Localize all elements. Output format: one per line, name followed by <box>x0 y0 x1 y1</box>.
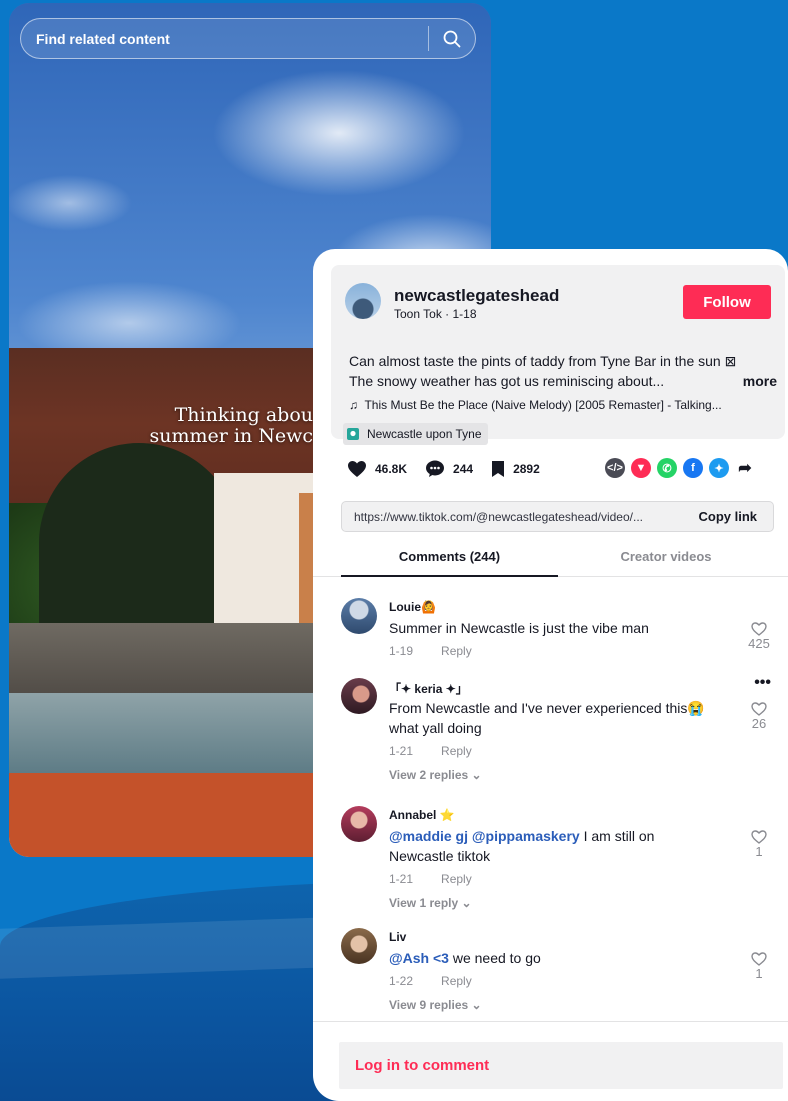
save-count: 2892 <box>513 462 540 476</box>
view-replies-button[interactable]: View 1 reply ⌄ <box>389 896 472 910</box>
video-caption-line1: Thinking abou <box>174 404 313 426</box>
music-link[interactable]: ♫ This Must Be the Place (Naive Melody) … <box>349 398 722 412</box>
facebook-icon[interactable]: f <box>683 458 703 478</box>
music-title: This Must Be the Place (Naive Melody) [2… <box>364 398 722 412</box>
reply-button[interactable]: Reply <box>441 744 472 758</box>
comment-meta: 1-19 Reply <box>389 644 472 658</box>
commenter-avatar[interactable] <box>341 598 377 634</box>
active-tab-indicator <box>341 575 558 577</box>
view-replies-button[interactable]: View 2 replies ⌄ <box>389 768 482 782</box>
more-button[interactable]: more <box>743 371 777 391</box>
copy-link-button[interactable]: Copy link <box>688 509 773 524</box>
post-panel: newcastlegateshead Toon Tok · 1-18 Follo… <box>313 249 788 1101</box>
tab-bar: Comments (244) Creator videos <box>313 539 788 577</box>
comment-bubble-icon <box>425 460 445 478</box>
search-icon[interactable] <box>429 18 475 59</box>
mention-link[interactable]: @Ash <3 <box>389 950 449 966</box>
mention-link[interactable]: @pippamaskery <box>472 828 580 844</box>
search-bar[interactable]: Find related content <box>20 18 476 59</box>
share-arrow-icon[interactable]: ➦ <box>735 458 755 478</box>
more-options-icon[interactable]: ••• <box>754 674 771 692</box>
send-icon[interactable]: ▼ <box>631 458 651 478</box>
comment-date: 1-21 <box>389 744 414 758</box>
search-input[interactable]: Find related content <box>36 31 428 47</box>
comment-date: 1-19 <box>389 644 414 658</box>
embed-icon[interactable]: </> <box>605 458 625 478</box>
tab-creator-videos[interactable]: Creator videos <box>558 549 774 564</box>
share-url[interactable]: https://www.tiktok.com/@newcastlegateshe… <box>354 510 688 524</box>
author-avatar[interactable] <box>345 283 381 319</box>
post-description: Can almost taste the pints of taddy from… <box>349 351 779 391</box>
save-action[interactable]: 2892 <box>491 460 540 478</box>
heart-outline-icon <box>744 830 774 844</box>
heart-icon <box>347 460 367 478</box>
location-tag[interactable]: Newcastle upon Tyne <box>343 423 488 445</box>
comment-action[interactable]: 244 <box>425 460 473 478</box>
commenter-name[interactable]: Louie🙆 <box>389 600 436 614</box>
heart-outline-icon <box>744 702 774 716</box>
comment-date: 1-22 <box>389 974 414 988</box>
comment-meta: 1-22 Reply <box>389 974 472 988</box>
comment-like[interactable]: 425 <box>744 622 774 651</box>
heart-outline-icon <box>744 952 774 966</box>
comment-like[interactable]: 1 <box>744 952 774 981</box>
description-line2: The snowy weather has got us reminiscing… <box>349 373 665 389</box>
location-pin-icon <box>347 428 359 440</box>
comment-like-count: 1 <box>755 844 763 859</box>
follow-button[interactable]: Follow <box>683 285 771 319</box>
comment-meta: 1-21 Reply <box>389 872 472 886</box>
comment-like[interactable]: 26 <box>744 702 774 731</box>
heart-outline-icon <box>744 622 774 636</box>
engagement-stats: 46.8K 244 2892 <box>347 457 558 481</box>
author-username[interactable]: newcastlegateshead <box>394 286 559 306</box>
share-link-box: https://www.tiktok.com/@newcastlegateshe… <box>341 501 774 532</box>
login-to-comment-button[interactable]: Log in to comment <box>339 1042 783 1089</box>
comment-like-count: 26 <box>751 716 767 731</box>
whatsapp-icon[interactable]: ✆ <box>657 458 677 478</box>
commenter-name[interactable]: 「✦ keria ✦」 <box>389 680 468 697</box>
commenter-avatar[interactable] <box>341 678 377 714</box>
like-action[interactable]: 46.8K <box>347 460 407 478</box>
comment-text: @maddie gj @pippamaskery I am still on N… <box>389 826 719 866</box>
comment-like-count: 1 <box>755 966 763 981</box>
comment-count: 244 <box>453 462 474 476</box>
reply-button[interactable]: Reply <box>441 872 472 886</box>
view-replies-button[interactable]: View 9 replies ⌄ <box>389 998 482 1012</box>
comment-text: @Ash <3 we need to go <box>389 948 719 968</box>
comment-date: 1-21 <box>389 872 414 886</box>
tab-comments[interactable]: Comments (244) <box>341 549 558 564</box>
comment-like[interactable]: 1 <box>744 830 774 859</box>
description-line1: Can almost taste the pints of taddy from… <box>349 353 737 369</box>
commenter-avatar[interactable] <box>341 928 377 964</box>
share-buttons: </> ▼ ✆ f ✦ ➦ <box>605 458 761 478</box>
comment-text: Summer in Newcastle is just the vibe man <box>389 620 649 636</box>
music-note-icon: ♫ <box>349 398 358 412</box>
bookmark-icon <box>491 460 505 478</box>
like-count: 46.8K <box>375 462 408 476</box>
video-caption-line2: summer in Newc <box>149 425 313 447</box>
reply-button[interactable]: Reply <box>441 644 472 658</box>
reply-button[interactable]: Reply <box>441 974 472 988</box>
mention-link[interactable]: @maddie gj <box>389 828 468 844</box>
comment-like-count: 425 <box>748 636 770 651</box>
comment-body: we need to go <box>448 950 541 966</box>
commenter-name[interactable]: Liv <box>389 930 406 944</box>
commenter-avatar[interactable] <box>341 806 377 842</box>
author-subtitle: Toon Tok · 1-18 <box>394 307 477 321</box>
twitter-icon[interactable]: ✦ <box>709 458 729 478</box>
comment-text: From Newcastle and I've never experience… <box>389 700 705 736</box>
location-label: Newcastle upon Tyne <box>367 427 482 441</box>
commenter-name[interactable]: Annabel ⭐ <box>389 808 455 822</box>
post-info-card: newcastlegateshead Toon Tok · 1-18 Follo… <box>331 265 785 445</box>
comment-meta: 1-21 Reply <box>389 744 472 758</box>
footer-divider <box>313 1021 788 1022</box>
